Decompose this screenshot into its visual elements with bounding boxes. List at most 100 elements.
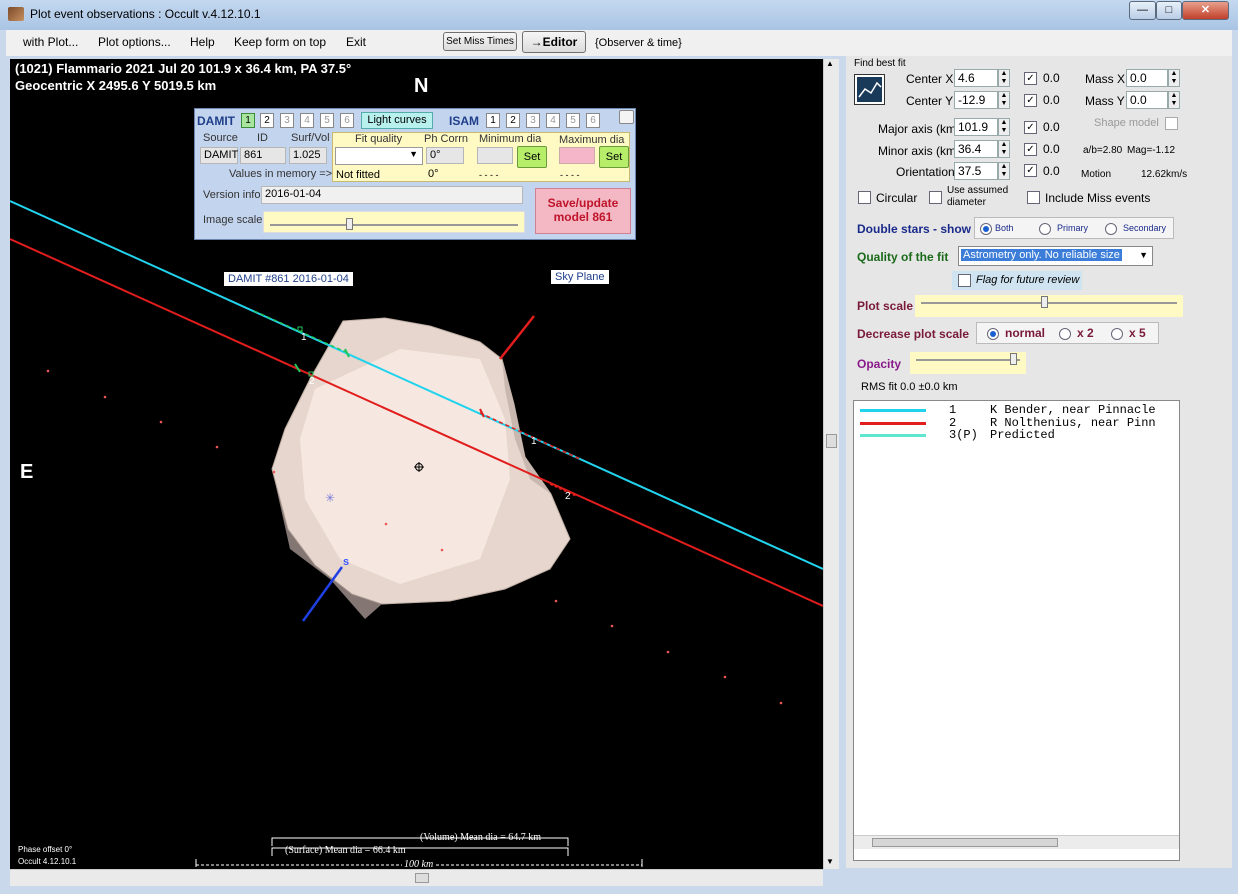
image-scale-thumb[interactable] bbox=[346, 218, 353, 230]
major-axis-checkbox[interactable]: ✓ bbox=[1024, 121, 1037, 134]
minor-axis-checkbox[interactable]: ✓ bbox=[1024, 143, 1037, 156]
ds-secondary-label: Secondary bbox=[1123, 223, 1167, 233]
fit-quality-dropdown[interactable]: ▼ bbox=[335, 147, 423, 165]
image-scale-slider[interactable] bbox=[263, 211, 525, 233]
center-x-checkbox[interactable]: ✓ bbox=[1024, 72, 1037, 85]
chord-label-2b: 2 bbox=[565, 491, 571, 502]
plot-scale-thumb[interactable] bbox=[1041, 296, 1048, 308]
not-fitted-label: Not fitted bbox=[336, 169, 381, 181]
center-y-input[interactable]: -12.9 bbox=[954, 91, 998, 109]
center-x-spinner[interactable]: ▲ ▼ bbox=[998, 69, 1010, 87]
major-axis-input[interactable]: 101.9 bbox=[954, 118, 998, 136]
minor-axis-uncert: 0.0 bbox=[1043, 142, 1060, 156]
surface-dia-label: (Surface) Mean dia = 66.4 km bbox=[285, 845, 406, 856]
find-best-fit-button[interactable] bbox=[854, 74, 885, 105]
plot-scale-slider[interactable] bbox=[915, 295, 1183, 317]
isam-model-1[interactable]: 1 bbox=[486, 113, 500, 128]
col-min-dia: Minimum dia bbox=[479, 133, 542, 145]
save-update-model-button[interactable]: Save/update model 861 bbox=[535, 188, 631, 234]
legend-hscroll-thumb[interactable] bbox=[872, 838, 1058, 847]
phase-offset-label: Phase offset 0° bbox=[18, 845, 73, 854]
use-assumed-label: Use assumed diameter bbox=[947, 185, 1009, 208]
flag-review-checkbox[interactable] bbox=[958, 274, 971, 287]
hscroll-thumb[interactable] bbox=[415, 873, 429, 883]
decrease-scale-group: normal x 2 x 5 bbox=[976, 322, 1159, 344]
center-x-uncert: 0.0 bbox=[1043, 71, 1060, 85]
scroll-up-icon[interactable]: ▲ bbox=[826, 59, 834, 68]
dec-x2-radio[interactable] bbox=[1059, 328, 1071, 340]
set-miss-times-button[interactable]: Set Miss Times bbox=[443, 32, 517, 51]
light-curves-button[interactable]: Light curves bbox=[361, 112, 433, 129]
orientation-input[interactable]: 37.5 bbox=[954, 162, 998, 180]
set-min-dia-button[interactable]: Set bbox=[517, 146, 547, 168]
mass-x-spinner[interactable]: ▲ ▼ bbox=[1168, 69, 1180, 87]
isam-model-4[interactable]: 4 bbox=[546, 113, 560, 128]
volume-dia-label: (Volume) Mean dia = 64.7 km bbox=[420, 832, 541, 843]
minimize-button[interactable]: — bbox=[1129, 1, 1156, 20]
maximize-button[interactable]: □ bbox=[1156, 1, 1182, 20]
col-surf-vol: Surf/Vol bbox=[291, 132, 330, 144]
damit-model-5[interactable]: 5 bbox=[320, 113, 334, 128]
vscroll-thumb[interactable] bbox=[826, 434, 837, 448]
minor-axis-input[interactable]: 36.4 bbox=[954, 140, 998, 158]
menu-keep-on-top[interactable]: Keep form on top bbox=[234, 35, 326, 49]
opacity-thumb[interactable] bbox=[1010, 353, 1017, 365]
quality-fit-label: Quality of the fit bbox=[857, 250, 949, 264]
close-button[interactable]: ✕ bbox=[1182, 1, 1229, 20]
isam-model-2[interactable]: 2 bbox=[506, 113, 520, 128]
fit-chart-icon bbox=[857, 77, 882, 102]
mass-x-input[interactable]: 0.0 bbox=[1126, 69, 1168, 87]
damit-model-2[interactable]: 2 bbox=[260, 113, 274, 128]
damit-model-4[interactable]: 4 bbox=[300, 113, 314, 128]
orientation-spinner[interactable]: ▲ ▼ bbox=[998, 162, 1010, 180]
opacity-slider[interactable] bbox=[910, 352, 1026, 374]
use-assumed-checkbox[interactable] bbox=[929, 191, 942, 204]
circular-checkbox[interactable] bbox=[858, 191, 871, 204]
app-icon bbox=[8, 7, 24, 21]
damit-model-1[interactable]: 1 bbox=[241, 113, 255, 128]
plot-canvas[interactable]: ✳ (1021) Flammario 2021 Jul 20 101.9 x 3… bbox=[10, 59, 823, 869]
isam-model-6[interactable]: 6 bbox=[586, 113, 600, 128]
menu-with-plot[interactable]: with Plot... bbox=[23, 35, 78, 49]
col-id: ID bbox=[257, 132, 268, 144]
include-miss-checkbox[interactable] bbox=[1027, 191, 1040, 204]
scale-bar-label: 100 km bbox=[402, 859, 436, 869]
plot-scale-label: Plot scale bbox=[857, 299, 914, 313]
menu-plot-options[interactable]: Plot options... bbox=[98, 35, 171, 49]
isam-model-5[interactable]: 5 bbox=[566, 113, 580, 128]
ds-secondary-radio[interactable] bbox=[1105, 223, 1117, 235]
menu-exit[interactable]: Exit bbox=[346, 35, 366, 49]
set-max-dia-button[interactable]: Set bbox=[599, 146, 629, 168]
legend-hscroll[interactable] bbox=[854, 835, 1179, 849]
horizontal-scrollbar[interactable] bbox=[10, 869, 823, 886]
col-source: Source bbox=[203, 132, 238, 144]
center-x-input[interactable]: 4.6 bbox=[954, 69, 998, 87]
damit-model-3[interactable]: 3 bbox=[280, 113, 294, 128]
min-dia-field[interactable] bbox=[477, 147, 513, 164]
shape-model-checkbox[interactable] bbox=[1165, 117, 1178, 130]
menu-help[interactable]: Help bbox=[190, 35, 215, 49]
mass-y-spinner[interactable]: ▲ ▼ bbox=[1168, 91, 1180, 109]
damit-panel-close-button[interactable] bbox=[619, 110, 634, 124]
rms-fit-label: RMS fit 0.0 ±0.0 km bbox=[861, 381, 958, 393]
major-axis-spinner[interactable]: ▲ ▼ bbox=[998, 118, 1010, 136]
scroll-down-icon[interactable]: ▼ bbox=[826, 857, 834, 866]
mem-ph-corrn: 0° bbox=[428, 168, 439, 180]
dec-normal-radio[interactable] bbox=[987, 328, 999, 340]
isam-model-3[interactable]: 3 bbox=[526, 113, 540, 128]
center-y-checkbox[interactable]: ✓ bbox=[1024, 94, 1037, 107]
mass-y-input[interactable]: 0.0 bbox=[1126, 91, 1168, 109]
ph-corrn-field[interactable]: 0° bbox=[426, 147, 464, 164]
dec-x5-radio[interactable] bbox=[1111, 328, 1123, 340]
ds-both-radio[interactable] bbox=[980, 223, 992, 235]
max-dia-field[interactable] bbox=[559, 147, 595, 164]
vertical-scrollbar[interactable]: ▲ ▼ bbox=[823, 59, 839, 869]
ds-primary-radio[interactable] bbox=[1039, 223, 1051, 235]
orientation-checkbox[interactable]: ✓ bbox=[1024, 164, 1037, 177]
major-axis-label: Major axis (km) bbox=[878, 122, 961, 136]
damit-model-6[interactable]: 6 bbox=[340, 113, 354, 128]
editor-button[interactable]: →Editor bbox=[522, 31, 586, 53]
center-y-spinner[interactable]: ▲ ▼ bbox=[998, 91, 1010, 109]
quality-fit-dropdown[interactable]: Astrometry only. No reliable size ▼ bbox=[958, 246, 1153, 266]
minor-axis-spinner[interactable]: ▲ ▼ bbox=[998, 140, 1010, 158]
